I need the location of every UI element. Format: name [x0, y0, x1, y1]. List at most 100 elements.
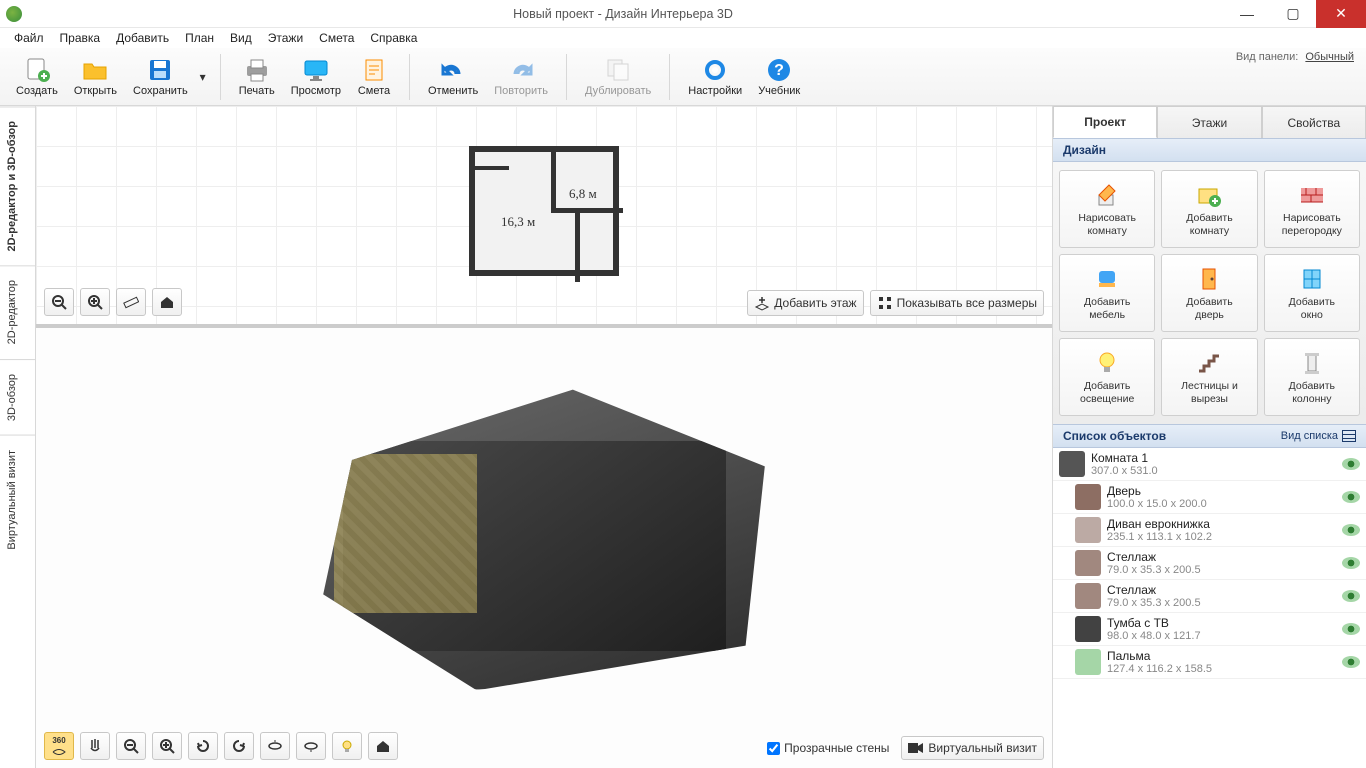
object-row[interactable]: Дверь100.0 x 15.0 x 200.0	[1053, 481, 1366, 514]
object-thumb	[1059, 451, 1085, 477]
rtab-project[interactable]: Проект	[1053, 106, 1157, 138]
rtab-props[interactable]: Свойства	[1262, 106, 1366, 138]
toolbar-preview[interactable]: Просмотр	[283, 54, 349, 99]
window-icon	[1298, 265, 1326, 293]
toolbar-manual[interactable]: ? Учебник	[750, 54, 808, 99]
vtab-virtual[interactable]: Виртуальный визит	[0, 435, 35, 564]
tilt-down-button[interactable]	[260, 732, 290, 760]
visibility-toggle[interactable]	[1342, 590, 1360, 602]
card-add-window[interactable]: Добавитьокно	[1264, 254, 1360, 332]
card-draw-partition[interactable]: Нарисоватьперегородку	[1264, 170, 1360, 248]
rotate-left-button[interactable]	[188, 732, 218, 760]
object-row[interactable]: Стеллаж79.0 x 35.3 x 200.5	[1053, 547, 1366, 580]
light-button[interactable]	[332, 732, 362, 760]
pane-2d[interactable]: 16,3 м 6,8 м Добавить этаж Показывать вс…	[36, 106, 1052, 328]
add-floor-button[interactable]: Добавить этаж	[747, 290, 863, 316]
toolbar-estimate[interactable]: Смета	[349, 54, 399, 99]
vtab-2d[interactable]: 2D-редактор	[0, 265, 35, 358]
gear-icon	[701, 56, 729, 84]
object-dims: 98.0 x 48.0 x 121.7	[1107, 630, 1342, 642]
panel-mode-link[interactable]: Обычный	[1305, 51, 1354, 63]
card-add-lighting[interactable]: Добавитьосвещение	[1059, 338, 1155, 416]
room-label-1: 16,3 м	[501, 214, 535, 230]
zoom-out-2d[interactable]	[44, 288, 74, 316]
toolbar-open[interactable]: Открыть	[66, 54, 125, 99]
menu-file[interactable]: Файл	[6, 29, 52, 47]
save-icon	[146, 56, 174, 84]
vtab-combined[interactable]: 2D-редактор и 3D-обзор	[0, 106, 35, 265]
visibility-toggle[interactable]	[1342, 656, 1360, 668]
home-2d[interactable]	[152, 288, 182, 316]
menu-floors[interactable]: Этажи	[260, 29, 311, 47]
zoom-in-3d[interactable]	[152, 732, 182, 760]
add-floor-icon	[754, 295, 770, 311]
virtual-visit-button[interactable]: Виртуальный визит	[901, 736, 1044, 760]
rotate-right-button[interactable]	[224, 732, 254, 760]
card-add-column[interactable]: Добавитьколонну	[1264, 338, 1360, 416]
duplicate-icon	[604, 56, 632, 84]
titlebar: Новый проект - Дизайн Интерьера 3D — ▢ ✕	[0, 0, 1366, 28]
zoom-out-3d[interactable]	[116, 732, 146, 760]
menu-plan[interactable]: План	[177, 29, 222, 47]
object-row[interactable]: Тумба с ТВ98.0 x 48.0 x 121.7	[1053, 613, 1366, 646]
toolbar-print[interactable]: Печать	[231, 54, 283, 99]
visibility-toggle[interactable]	[1342, 623, 1360, 635]
visibility-toggle[interactable]	[1342, 524, 1360, 536]
maximize-button[interactable]: ▢	[1270, 0, 1316, 28]
visibility-toggle[interactable]	[1342, 491, 1360, 503]
pan-button[interactable]	[80, 732, 110, 760]
add-room-icon	[1195, 181, 1223, 209]
home-3d[interactable]	[368, 732, 398, 760]
minimize-button[interactable]: —	[1224, 0, 1270, 28]
card-stairs[interactable]: Лестницы ивырезы	[1161, 338, 1257, 416]
monitor-icon	[302, 56, 330, 84]
card-add-door[interactable]: Добавитьдверь	[1161, 254, 1257, 332]
object-list[interactable]: Комната 1307.0 x 531.0Дверь100.0 x 15.0 …	[1053, 448, 1366, 768]
object-row[interactable]: Диван еврокнижка235.1 x 113.1 x 102.2	[1053, 514, 1366, 547]
measure-2d[interactable]	[116, 288, 146, 316]
bricks-icon	[1298, 181, 1326, 209]
toolbar-settings[interactable]: Настройки	[680, 54, 750, 99]
list-view-toggle[interactable]: Вид списка	[1281, 430, 1356, 442]
menu-estimate[interactable]: Смета	[311, 29, 362, 47]
menu-add[interactable]: Добавить	[108, 29, 177, 47]
card-add-furniture[interactable]: Добавитьмебель	[1059, 254, 1155, 332]
menu-view[interactable]: Вид	[222, 29, 260, 47]
card-draw-room[interactable]: Нарисоватькомнату	[1059, 170, 1155, 248]
orbit-360-button[interactable]: 360	[44, 732, 74, 760]
render-3d[interactable]	[304, 370, 784, 690]
view-tabs: 2D-редактор и 3D-обзор 2D-редактор 3D-об…	[0, 106, 36, 768]
design-header: Дизайн	[1053, 138, 1366, 162]
menubar: Файл Правка Добавить План Вид Этажи Смет…	[0, 28, 1366, 48]
toolbar-duplicate: Дублировать	[577, 54, 659, 99]
door-icon	[1195, 265, 1223, 293]
dimensions-icon	[877, 295, 893, 311]
menu-edit[interactable]: Правка	[52, 29, 109, 47]
visibility-toggle[interactable]	[1342, 458, 1360, 470]
floorplan[interactable]: 16,3 м 6,8 м	[469, 146, 619, 276]
camera-icon	[908, 742, 924, 754]
menu-help[interactable]: Справка	[362, 29, 425, 47]
object-row[interactable]: Пальма127.4 x 116.2 x 158.5	[1053, 646, 1366, 679]
toolbar-undo[interactable]: Отменить	[420, 54, 486, 99]
close-button[interactable]: ✕	[1316, 0, 1366, 28]
show-dimensions-button[interactable]: Показывать все размеры	[870, 290, 1044, 316]
toolbar-save[interactable]: Сохранить	[125, 54, 196, 99]
object-name: Пальма	[1107, 649, 1342, 663]
notepad-icon	[360, 56, 388, 84]
object-row[interactable]: Комната 1307.0 x 531.0	[1053, 448, 1366, 481]
pane-3d[interactable]: 360 Прозрачные стены Виртуальный виз	[36, 328, 1052, 768]
toolbar-save-dropdown[interactable]: ▾	[196, 54, 210, 99]
tilt-up-button[interactable]	[296, 732, 326, 760]
card-add-room[interactable]: Добавитькомнату	[1161, 170, 1257, 248]
rtab-floors[interactable]: Этажи	[1157, 106, 1261, 138]
main-toolbar: Создать Открыть Сохранить ▾ Печать Просм…	[0, 48, 1366, 106]
vtab-3d[interactable]: 3D-обзор	[0, 359, 35, 435]
object-row[interactable]: Стеллаж79.0 x 35.3 x 200.5	[1053, 580, 1366, 613]
toolbar-create[interactable]: Создать	[8, 54, 66, 99]
transparent-walls-checkbox[interactable]	[767, 742, 780, 755]
visibility-toggle[interactable]	[1342, 557, 1360, 569]
svg-text:?: ?	[774, 62, 784, 79]
transparent-walls-toggle[interactable]: Прозрачные стены	[761, 736, 895, 760]
zoom-in-2d[interactable]	[80, 288, 110, 316]
